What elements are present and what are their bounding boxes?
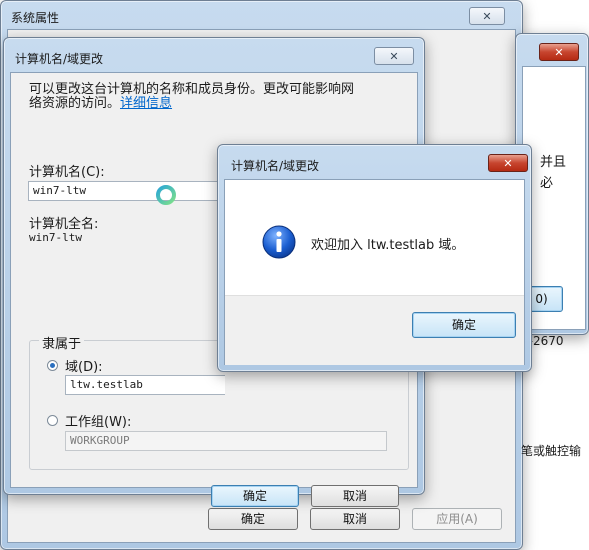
full-name-label: 计算机全名:	[29, 217, 99, 232]
domain-label[interactable]: 域(D):	[65, 356, 103, 375]
workgroup-label[interactable]: 工作组(W):	[65, 411, 131, 430]
description-text: 可以更改这台计算机的名称和成员身份。更改可能影响网 络资源的访问。详细信息	[29, 83, 409, 111]
description-line-text: 络资源的访问。	[29, 96, 121, 111]
system-properties-apply-button[interactable]: 应用(A)	[412, 508, 502, 530]
system-properties-cancel-button[interactable]: 取消	[310, 508, 400, 530]
background-dialog-close-button[interactable]: ✕	[539, 43, 579, 61]
system-properties-title: 系统属性	[11, 11, 60, 25]
member-of-label: 隶属于	[39, 333, 85, 352]
welcome-ok-button[interactable]: 确定	[412, 312, 516, 338]
computer-name-dialog-title: 计算机名/域更改	[15, 52, 104, 66]
close-icon: ✕	[554, 46, 564, 59]
close-icon: ✕	[503, 157, 513, 170]
welcome-dialog-close-button[interactable]: ✕	[488, 154, 528, 172]
info-icon	[261, 224, 297, 260]
workgroup-radio[interactable]	[47, 415, 58, 426]
computer-name-input[interactable]: win7-ltw	[28, 181, 238, 201]
busy-spinner-icon	[155, 184, 177, 206]
domain-input[interactable]: ltw.testlab	[65, 375, 225, 395]
background-text-fragment: 并且	[540, 155, 567, 170]
details-link[interactable]: 详细信息	[120, 96, 172, 111]
welcome-message: 欢迎加入 ltw.testlab 域。	[311, 238, 465, 253]
computer-name-ok-button[interactable]: 确定	[211, 485, 299, 507]
welcome-dialog-client: 欢迎加入 ltw.testlab 域。 确定	[224, 179, 525, 365]
description-line: 络资源的访问。详细信息	[29, 97, 409, 111]
description-line: 可以更改这台计算机的名称和成员身份。更改可能影响网	[29, 82, 355, 97]
domain-radio[interactable]	[47, 360, 58, 371]
background-text-fragment: 笔或触控输	[521, 444, 582, 458]
system-properties-ok-button[interactable]: 确定	[208, 508, 298, 530]
computer-name-label: 计算机名(C):	[29, 165, 105, 180]
welcome-dialog-title: 计算机名/域更改	[231, 159, 320, 173]
computer-name-cancel-button[interactable]: 取消	[311, 485, 399, 507]
close-icon: ✕	[389, 50, 399, 63]
close-icon: ✕	[482, 10, 492, 23]
background-text-fragment: 必	[540, 176, 554, 191]
full-name-value: win7-ltw	[29, 231, 82, 244]
system-properties-close-button[interactable]: ✕	[469, 7, 505, 25]
welcome-dialog: 计算机名/域更改 ✕ 欢迎加入 ltw.testlab 域。 确定	[217, 144, 532, 372]
workgroup-input[interactable]: WORKGROUP	[65, 431, 387, 451]
computer-name-dialog-close-button[interactable]: ✕	[374, 47, 414, 65]
